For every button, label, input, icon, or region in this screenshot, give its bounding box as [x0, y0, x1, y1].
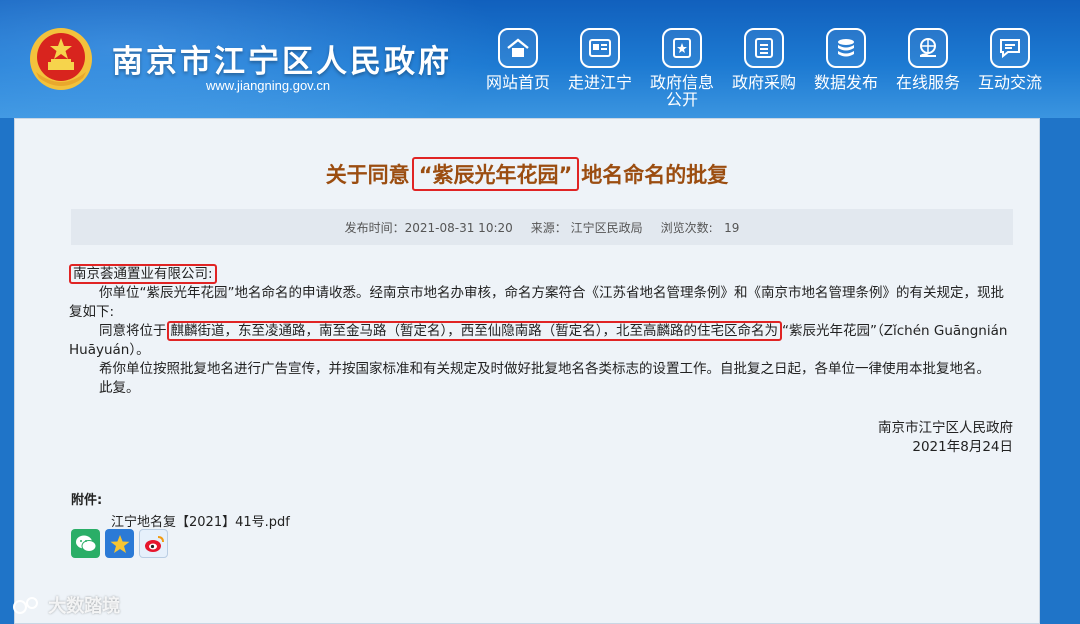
addressee: 南京荟通置业有限公司: — [69, 264, 217, 284]
nav-about-jiangning[interactable]: 走进江宁 — [558, 28, 642, 91]
nav-label: 政府采购 — [731, 73, 796, 92]
nav-online-service[interactable]: 在线服务 — [886, 28, 970, 91]
article-body: 南京荟通置业有限公司: 你单位“紫辰光年花园”地名命名的申请收悉。经南京市地名办… — [69, 264, 1013, 398]
qzone-star-icon[interactable] — [105, 529, 134, 558]
views-count: 19 — [724, 220, 740, 235]
nav-gov-info[interactable]: 政府信息公开 — [640, 28, 724, 108]
paw-logo-icon — [13, 597, 38, 614]
views: 浏览次数: 19 — [661, 219, 740, 236]
title-prefix: 关于同意 — [325, 163, 410, 187]
list-icon — [744, 28, 784, 68]
nav-label: 在线服务 — [895, 73, 960, 92]
home-icon — [498, 28, 538, 68]
article-title: 关于同意 “紫辰光年花园” 地名命名的批复 — [15, 157, 1039, 191]
p2-highlight: 麒麟街道，东至凌通路，南至金马路（暂定名），西至仙隐南路（暂定名），北至高麟路的… — [166, 321, 782, 341]
sign-org: 南京市江宁区人民政府 — [878, 420, 1013, 436]
wechat-icon[interactable] — [71, 529, 100, 558]
nav-label: 数据发布 — [813, 73, 878, 92]
info-card-icon — [580, 28, 620, 68]
paragraph-1: 你单位“紫辰光年花园”地名命名的申请收悉。经南京市地名办审核，命名方案符合《江苏… — [69, 285, 1004, 320]
signature: 南京市江宁区人民政府 2021年8月24日 — [878, 419, 1013, 457]
nav-interaction[interactable]: 互动交流 — [968, 28, 1052, 91]
article-meta: 发布时间：2021-08-31 10:20 来源： 江宁区民政局 浏览次数: 1… — [71, 209, 1013, 245]
paragraph-4: 此复。 — [99, 380, 140, 396]
publish-time: 发布时间：2021-08-31 10:20 — [344, 220, 513, 235]
nav-label: 网站首页 — [485, 73, 550, 92]
p2-prefix: 同意将位于 — [99, 323, 167, 339]
nav-procurement[interactable]: 政府采购 — [722, 28, 806, 91]
nav-home[interactable]: 网站首页 — [476, 28, 560, 91]
globe-hand-icon — [908, 28, 948, 68]
national-emblem-icon — [30, 28, 92, 90]
site-title[interactable]: 南京市江宁区人民政府 — [112, 36, 452, 81]
nav-label: 互动交流 — [977, 73, 1042, 92]
sign-date: 2021年8月24日 — [912, 439, 1013, 455]
attachment-heading: 附件: — [71, 493, 103, 508]
site-header: 南京市江宁区人民政府 www.jiangning.gov.cn 网站首页 走进江… — [0, 0, 1080, 118]
nav-data-release[interactable]: 数据发布 — [804, 28, 888, 91]
watermark: 大数踏境 — [12, 592, 120, 618]
views-label: 浏览次数: — [660, 220, 713, 235]
site-url: www.jiangning.gov.cn — [206, 78, 331, 93]
weibo-icon[interactable] — [139, 529, 168, 558]
article-page: 关于同意 “紫辰光年花园” 地名命名的批复 发布时间：2021-08-31 10:2… — [14, 118, 1040, 624]
paragraph-3: 希你单位按照批复地名进行广告宣传，并按国家标准和有关规定及时做好批复地名各类标志… — [99, 361, 990, 377]
title-highlight: “紫辰光年花园” — [411, 157, 580, 191]
paragraph-2: 同意将位于 麒麟街道，东至凌通路，南至金马路（暂定名），西至仙隐南路（暂定名），北… — [69, 321, 1013, 360]
attachment-link[interactable]: 江宁地名复【2021】41号.pdf — [111, 511, 290, 530]
chat-icon — [990, 28, 1030, 68]
watermark-text: 大数踏境 — [48, 596, 121, 617]
share-bar — [71, 529, 168, 558]
nav-label: 政府信息公开 — [649, 73, 714, 109]
open-info-icon — [662, 28, 702, 68]
source: 来源： 江宁区民政局 — [530, 220, 643, 235]
title-suffix: 地名命名的批复 — [581, 163, 729, 187]
database-icon — [826, 28, 866, 68]
nav-label: 走进江宁 — [567, 73, 632, 92]
